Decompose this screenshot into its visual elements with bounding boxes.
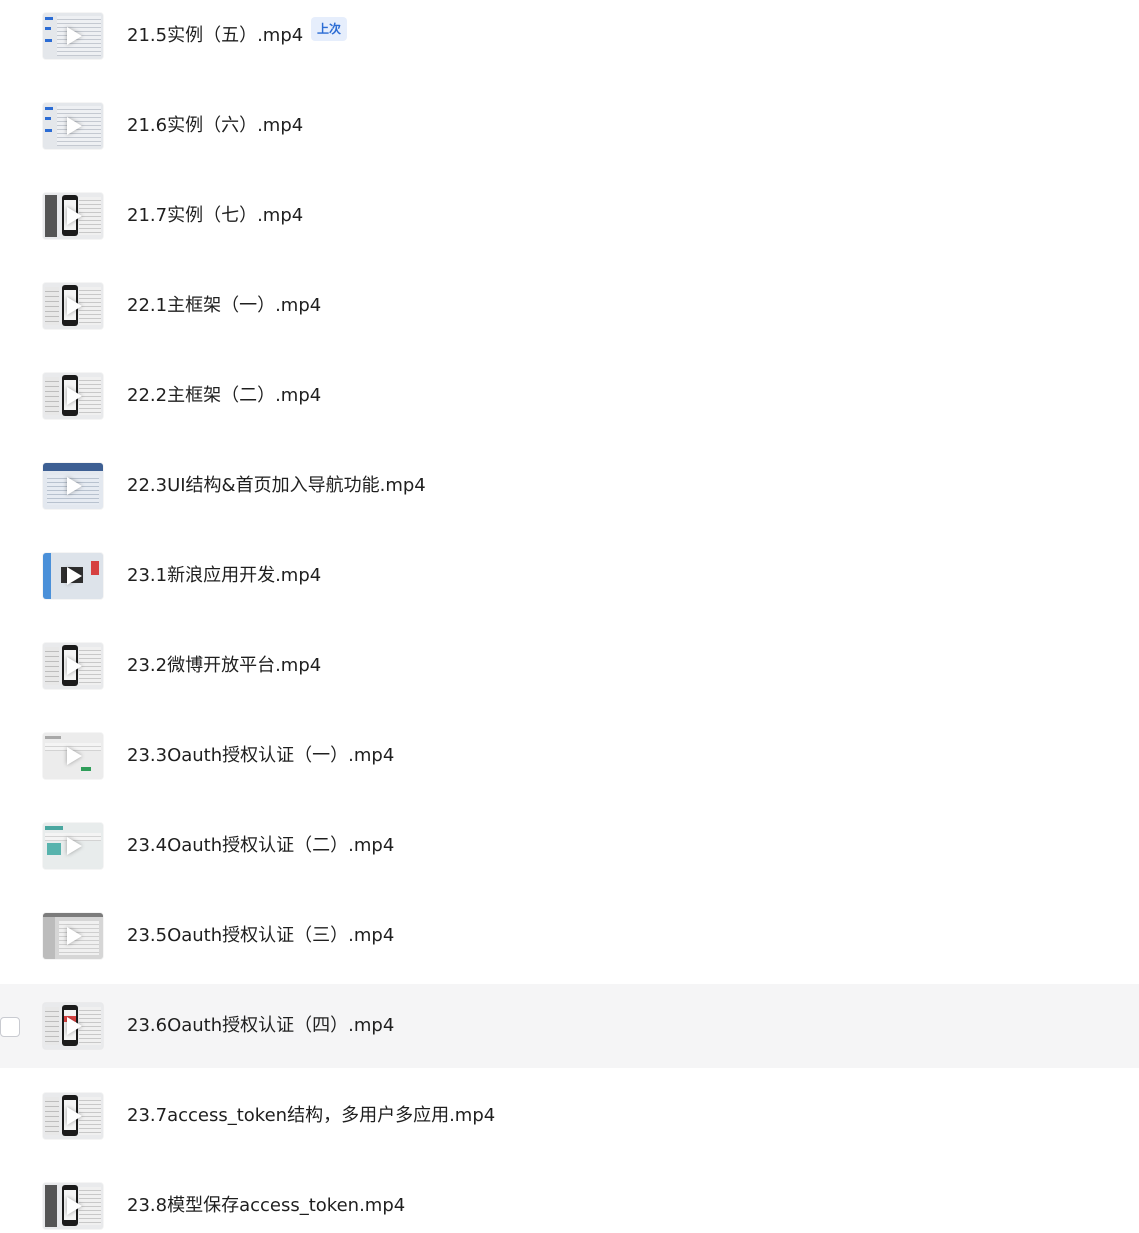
file-name[interactable]: 23.7access_token结构，多用户多应用.mp4 — [127, 1104, 495, 1128]
play-icon — [67, 567, 82, 585]
file-name[interactable]: 22.1主框架（一）.mp4 — [127, 294, 321, 318]
video-file-list: 21.5实例（五）.mp4 上次 21.6实例（六）.mp4 21.7实例（七）.mp… — [0, 0, 1139, 1233]
video-thumbnail[interactable] — [43, 643, 103, 689]
file-row[interactable]: 23.8模型保存access_token.mp4 — [0, 1164, 1139, 1233]
play-icon — [67, 297, 82, 315]
file-name[interactable]: 23.2微博开放平台.mp4 — [127, 654, 321, 678]
video-thumbnail[interactable] — [43, 13, 103, 59]
file-name[interactable]: 23.5Oauth授权认证（三）.mp4 — [127, 924, 394, 948]
play-icon — [67, 387, 82, 405]
file-row[interactable]: 23.4Oauth授权认证（二）.mp4 — [0, 804, 1139, 888]
video-thumbnail[interactable] — [43, 913, 103, 959]
file-name[interactable]: 23.6Oauth授权认证（四）.mp4 — [127, 1014, 394, 1038]
video-thumbnail[interactable] — [43, 1003, 103, 1049]
play-icon — [67, 927, 82, 945]
file-row[interactable]: 22.3UI结构&首页加入导航功能.mp4 — [0, 444, 1139, 528]
video-thumbnail[interactable] — [43, 823, 103, 869]
file-name[interactable]: 21.6实例（六）.mp4 — [127, 114, 303, 138]
play-icon — [67, 1017, 82, 1035]
file-name[interactable]: 23.4Oauth授权认证（二）.mp4 — [127, 834, 394, 858]
video-thumbnail[interactable] — [43, 1093, 103, 1139]
row-checkbox[interactable] — [0, 1017, 20, 1037]
play-icon — [67, 1197, 82, 1215]
file-row[interactable]: 23.2微博开放平台.mp4 — [0, 624, 1139, 708]
file-row[interactable]: 21.6实例（六）.mp4 — [0, 84, 1139, 168]
file-name[interactable]: 21.7实例（七）.mp4 — [127, 204, 303, 228]
file-row[interactable]: 22.2主框架（二）.mp4 — [0, 354, 1139, 438]
file-row[interactable]: 23.6Oauth授权认证（四）.mp4 — [0, 984, 1139, 1068]
play-icon — [67, 747, 82, 765]
video-thumbnail[interactable] — [43, 733, 103, 779]
file-name[interactable]: 23.8模型保存access_token.mp4 — [127, 1194, 405, 1218]
file-row[interactable]: 23.1新浪应用开发.mp4 — [0, 534, 1139, 618]
play-icon — [67, 117, 82, 135]
file-name[interactable]: 23.3Oauth授权认证（一）.mp4 — [127, 744, 394, 768]
play-icon — [67, 477, 82, 495]
file-name[interactable]: 23.1新浪应用开发.mp4 — [127, 564, 321, 588]
video-thumbnail[interactable] — [43, 463, 103, 509]
video-thumbnail[interactable] — [43, 373, 103, 419]
play-icon — [67, 1107, 82, 1125]
file-name[interactable]: 22.3UI结构&首页加入导航功能.mp4 — [127, 474, 426, 498]
file-row[interactable]: 23.7access_token结构，多用户多应用.mp4 — [0, 1074, 1139, 1158]
video-thumbnail[interactable] — [43, 1183, 103, 1229]
file-row[interactable]: 21.7实例（七）.mp4 — [0, 174, 1139, 258]
video-thumbnail[interactable] — [43, 103, 103, 149]
last-watched-badge: 上次 — [311, 17, 348, 41]
file-row[interactable]: 23.3Oauth授权认证（一）.mp4 — [0, 714, 1139, 798]
video-thumbnail[interactable] — [43, 283, 103, 329]
video-thumbnail[interactable] — [43, 553, 103, 599]
play-icon — [67, 657, 82, 675]
play-icon — [67, 27, 82, 45]
video-thumbnail[interactable] — [43, 193, 103, 239]
file-name[interactable]: 21.5实例（五）.mp4 — [127, 24, 303, 48]
play-icon — [67, 837, 82, 855]
file-row[interactable]: 21.5实例（五）.mp4 上次 — [0, 0, 1139, 78]
play-icon — [67, 207, 82, 225]
file-row[interactable]: 23.5Oauth授权认证（三）.mp4 — [0, 894, 1139, 978]
file-name[interactable]: 22.2主框架（二）.mp4 — [127, 384, 321, 408]
file-row[interactable]: 22.1主框架（一）.mp4 — [0, 264, 1139, 348]
